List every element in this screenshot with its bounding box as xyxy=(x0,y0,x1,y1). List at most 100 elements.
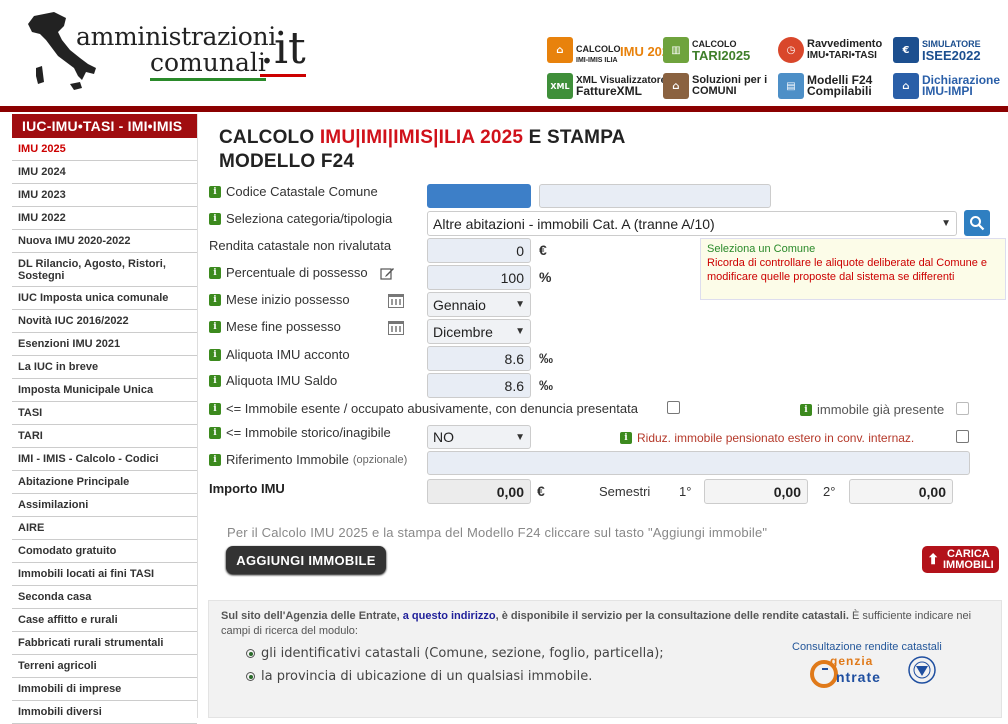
info-icon[interactable]: i xyxy=(209,212,221,225)
info-icon[interactable]: i xyxy=(209,374,221,387)
calendar-icon[interactable] xyxy=(388,321,404,335)
sidebar-item-case-affitto[interactable]: Case affitto e rurali xyxy=(12,609,197,632)
sidebar-item-abitazione[interactable]: Abitazione Principale xyxy=(12,471,197,494)
mese-inizio-select[interactable]: Gennaio ▼ xyxy=(427,292,531,317)
sidebar-item-fabbricati-rurali[interactable]: Fabbricati rurali strumentali xyxy=(12,632,197,655)
pensionato-label: i Riduz. immobile pensionato estero in co… xyxy=(620,431,914,445)
ae-line1: genzia xyxy=(830,654,874,668)
percentuale-input[interactable]: 100 xyxy=(427,265,531,290)
sidebar-item-seconda-casa[interactable]: Seconda casa xyxy=(12,586,197,609)
ravvedimento-link[interactable]: ◷ Ravvedimento IMU•TARI•TASI xyxy=(778,35,882,65)
chevron-down-icon: ▼ xyxy=(515,431,525,443)
info-icon[interactable]: i xyxy=(209,426,221,439)
search-button[interactable] xyxy=(964,210,990,236)
sidebar-item-imposta-municipale[interactable]: Imposta Municipale Unica xyxy=(12,379,197,402)
info-icon[interactable]: i xyxy=(209,348,221,361)
sidebar-item-comodato[interactable]: Comodato gratuito xyxy=(12,540,197,563)
esente-checkbox[interactable] xyxy=(667,401,680,414)
chevron-down-icon: ▼ xyxy=(941,218,951,229)
fatture-xml-link[interactable]: XML XML Visualizzatore FattureXML xyxy=(547,71,666,101)
soluzioni-comuni-big: COMUNI xyxy=(692,85,737,97)
aliquota-acconto-text: Aliquota IMU acconto xyxy=(226,347,350,362)
rendita-input[interactable]: 0 xyxy=(427,238,531,263)
sidebar-item-imi-imis[interactable]: IMI - IMIS - Calcolo - Codici xyxy=(12,448,197,471)
semestre2-output: 0,00 xyxy=(849,479,953,504)
calcolo-imu-link[interactable]: ⌂ CALCOLO IMI-IMIS ILIA IMU 2025 xyxy=(547,35,676,65)
categoria-select[interactable]: Altre abitazioni - immobili Cat. A (tran… xyxy=(427,211,957,236)
aliquota-acconto-input[interactable]: 8.6 xyxy=(427,346,531,371)
codice-catastale-label: i Codice Catastale Comune xyxy=(209,184,378,199)
gia-presente-checkbox[interactable] xyxy=(956,402,969,415)
simulatore-isee-link[interactable]: € SIMULATORE ISEE2022 xyxy=(893,35,981,65)
info-icon[interactable]: i xyxy=(620,432,632,444)
storico-text: <= Immobile storico/inagibile xyxy=(226,425,391,440)
info-icon[interactable]: i xyxy=(800,403,812,416)
calcolo-tari-link[interactable]: ▥ CALCOLO TARI2025 xyxy=(663,35,750,65)
sidebar-item-imu-2022[interactable]: IMU 2022 xyxy=(12,207,197,230)
carica-immobili-button[interactable]: ⬆ CARICA IMMOBILI xyxy=(922,546,999,573)
info-icon[interactable]: i xyxy=(209,402,221,415)
site-logo[interactable]: amministrazioni comunali .it xyxy=(24,10,324,102)
sidebar-item-assimilazioni[interactable]: Assimilazioni xyxy=(12,494,197,517)
sidebar-item-iuc[interactable]: IUC Imposta unica comunale xyxy=(12,287,197,310)
edit-icon[interactable] xyxy=(380,266,395,280)
tooltip-line1: Seleziona un Comune xyxy=(707,243,816,255)
sidebar-item-immobili-diversi[interactable]: Immobili diversi xyxy=(12,701,197,724)
house-document-icon: ⌂ xyxy=(893,73,919,99)
riferimento-input[interactable] xyxy=(427,451,970,475)
semestre1-label: 1° xyxy=(679,484,692,499)
sidebar-item-terreni[interactable]: Terreni agricoli xyxy=(12,655,197,678)
storico-value: NO xyxy=(433,429,454,445)
site-header: amministrazioni comunali .it ⌂ CALCOLO IM… xyxy=(0,0,1008,106)
dichiarazione-imu-link[interactable]: ⌂ Dichiarazione IMU-IMPI xyxy=(893,71,1000,101)
sidebar-item-aire[interactable]: AIRE xyxy=(12,517,197,540)
sidebar-item-tasi[interactable]: TASI xyxy=(12,402,197,425)
codice-catastale-text: Codice Catastale Comune xyxy=(226,184,378,199)
sidebar-item-immobili-imprese[interactable]: Immobili di imprese xyxy=(12,678,197,701)
sidebar-item-nuova-imu[interactable]: Nuova IMU 2020-2022 xyxy=(12,230,197,253)
bullet-item: gli identificativi catastali (Comune, se… xyxy=(246,646,664,661)
sidebar-item-imu-2025[interactable]: IMU 2025 xyxy=(12,138,197,161)
aliquota-saldo-text: Aliquota IMU Saldo xyxy=(226,373,338,388)
page-title: CALCOLO IMU|IMI|IMIS|ILIA 2025 E STAMPA … xyxy=(219,126,626,174)
sidebar-item-tari[interactable]: TARI xyxy=(12,425,197,448)
sidebar-item-novita-iuc[interactable]: Novità IUC 2016/2022 xyxy=(12,310,197,333)
pensionato-checkbox[interactable] xyxy=(956,430,969,443)
simulatore-isee-big: ISEE2022 xyxy=(922,48,981,63)
info-icon[interactable]: i xyxy=(209,185,221,198)
aliquota-acconto-unit: ‰ xyxy=(539,350,553,366)
soluzioni-comuni-link[interactable]: ⌂ Soluzioni per i COMUNI xyxy=(663,71,767,101)
agenzia-entrate-logo[interactable]: genzia ntrate xyxy=(810,654,940,688)
bullet-icon xyxy=(246,672,255,681)
sidebar-item-esenzioni[interactable]: Esenzioni IMU 2021 xyxy=(12,333,197,356)
clock-icon: ◷ xyxy=(778,37,804,63)
codice-catastale-input[interactable] xyxy=(427,184,531,208)
storico-select[interactable]: NO ▼ xyxy=(427,425,531,449)
sidebar-item-imu-2023[interactable]: IMU 2023 xyxy=(12,184,197,207)
mese-fine-select[interactable]: Dicembre ▼ xyxy=(427,319,531,344)
info-icon[interactable]: i xyxy=(209,266,221,279)
modelli-f24-big: Compilabili xyxy=(807,84,872,98)
title-line2: MODELLO F24 xyxy=(219,151,355,172)
bullet-icon xyxy=(246,649,255,658)
modelli-f24-link[interactable]: ▤ Modelli F24 Compilabili xyxy=(778,71,872,101)
aggiungi-immobile-button[interactable]: AGGIUNGI IMMOBILE xyxy=(226,546,386,574)
info-p1: Sul sito dell'Agenzia delle Entrate, xyxy=(221,610,403,622)
trash-bin-icon: ▥ xyxy=(663,37,689,63)
sidebar-item-imu-2024[interactable]: IMU 2024 xyxy=(12,161,197,184)
bullet1-text: gli identificativi catastali (Comune, se… xyxy=(261,646,664,661)
aliquota-saldo-input[interactable]: 8.6 xyxy=(427,373,531,398)
info-icon[interactable]: i xyxy=(209,453,221,466)
sidebar-item-immobili-locati[interactable]: Immobili locati ai fini TASI xyxy=(12,563,197,586)
info-icon[interactable]: i xyxy=(209,320,221,333)
comune-search-input[interactable] xyxy=(539,184,771,208)
logo-text-amministrazioni: amministrazioni xyxy=(76,22,276,51)
semestri-label: Semestri xyxy=(599,484,651,499)
sidebar-item-dl-rilancio[interactable]: DL Rilancio, Agosto, Ristori, Sostegni xyxy=(12,253,197,287)
calendar-icon[interactable] xyxy=(388,294,404,308)
ravvedimento-small: Ravvedimento xyxy=(807,38,883,50)
sidebar-item-iuc-breve[interactable]: La IUC in breve xyxy=(12,356,197,379)
agenzia-link[interactable]: a questo indirizzo xyxy=(403,610,496,622)
info-icon[interactable]: i xyxy=(209,293,221,306)
esente-label: i <= Immobile esente / occupato abusivame… xyxy=(209,401,638,416)
